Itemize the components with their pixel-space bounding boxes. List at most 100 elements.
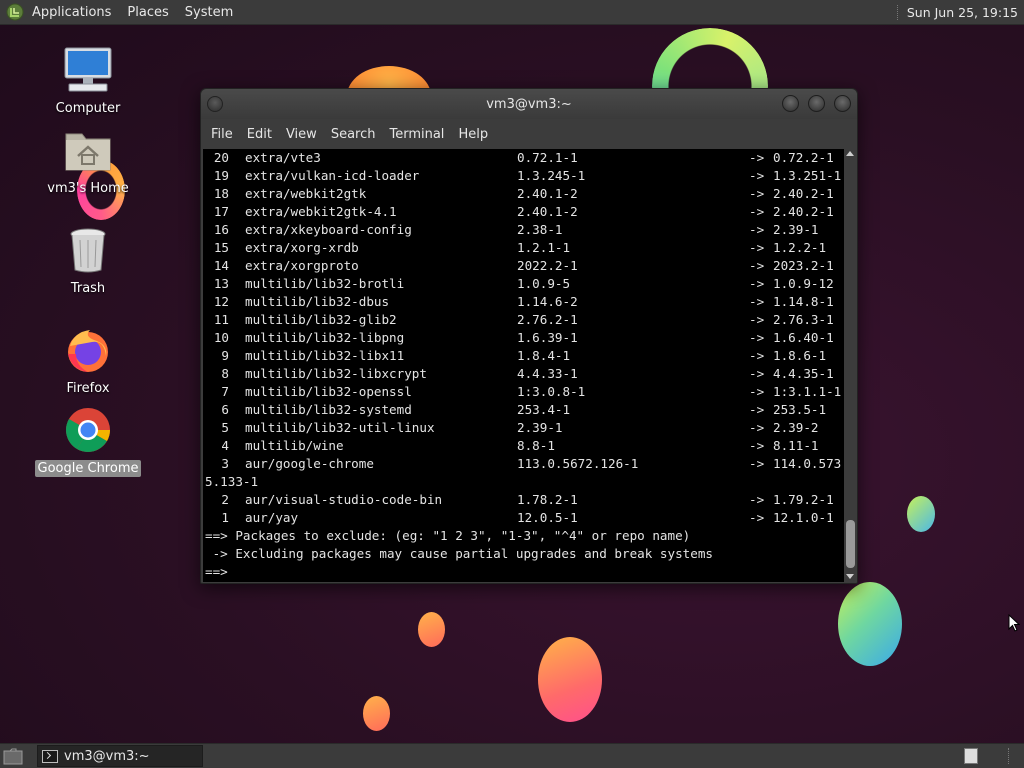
package-arrow: -> xyxy=(749,510,765,525)
package-arrow: -> xyxy=(749,330,765,345)
desktop-icon-label: vm3's Home xyxy=(47,181,129,196)
menu-view[interactable]: View xyxy=(279,127,324,142)
terminal-output[interactable]: 20 extra/vte3 0.72.1-1 -> 0.72.2-1 19 extra/vu… xyxy=(203,149,844,582)
package-number: 5 xyxy=(221,420,229,435)
scroll-up-arrow-icon[interactable] xyxy=(846,151,854,156)
show-desktop-icon[interactable] xyxy=(3,747,23,765)
package-new-version: 1.6.40-1 xyxy=(773,330,834,345)
package-old-version: 253.4-1 xyxy=(517,402,571,417)
menu-file[interactable]: File xyxy=(204,127,240,142)
scrollbar-thumb[interactable] xyxy=(846,520,855,568)
package-name: multilib/lib32-systemd xyxy=(245,402,412,417)
package-old-version: 1:3.0.8-1 xyxy=(517,384,586,399)
package-arrow: -> xyxy=(749,366,765,381)
package-new-version: 1:3.1.1-1 xyxy=(773,384,842,399)
package-new-version: 1.3.251-1 xyxy=(773,168,842,183)
window-titlebar[interactable]: vm3@vm3:~ xyxy=(201,89,857,119)
package-row: 13 multilib/lib32-brotli 1.0.9-5 -> 1.0.9-12 xyxy=(205,275,844,293)
shell-prompt: ==> xyxy=(205,563,844,581)
package-name: extra/xorgproto xyxy=(245,258,359,273)
wallpaper-blob xyxy=(363,696,390,731)
package-old-version: 1.6.39-1 xyxy=(517,330,578,345)
desktop-icon-home[interactable]: vm3's Home xyxy=(33,124,143,197)
mate-logo-icon[interactable] xyxy=(6,3,24,21)
package-old-version: 2022.2-1 xyxy=(517,258,578,273)
desktop-icon-computer[interactable]: Computer xyxy=(33,44,143,117)
package-old-version: 113.0.5672.126-1 xyxy=(517,456,639,471)
package-row: 5 multilib/lib32-util-linux 2.39-1 -> 2.39-2 xyxy=(205,419,844,437)
desktop-icon-google-chrome[interactable]: Google Chrome xyxy=(33,404,143,477)
package-name: multilib/lib32-libxcrypt xyxy=(245,366,427,381)
prompt-text: ==> Packages to exclude: (eg: "1 2 3", "… xyxy=(205,528,691,543)
top-panel: Applications Places System Sun Jun 25, 1… xyxy=(0,0,1024,25)
package-number: 13 xyxy=(213,276,229,291)
prompt-message: -> Excluding packages may cause partial … xyxy=(205,545,844,563)
package-name: extra/vte3 xyxy=(245,150,321,165)
desktop-icon-firefox[interactable]: Firefox xyxy=(33,324,143,397)
window-menu-icon[interactable] xyxy=(207,96,223,112)
package-number: 14 xyxy=(213,258,229,273)
package-new-version: 4.4.35-1 xyxy=(773,366,834,381)
menu-edit[interactable]: Edit xyxy=(240,127,279,142)
package-number: 17 xyxy=(213,204,229,219)
bottom-panel: vm3@vm3:~ xyxy=(0,743,1024,768)
prompt-text: ==> xyxy=(205,564,236,579)
package-name: extra/vulkan-icd-loader xyxy=(245,168,420,183)
desktop-icon-label: Firefox xyxy=(66,381,110,396)
package-number: 6 xyxy=(221,402,229,417)
places-menu[interactable]: Places xyxy=(119,0,176,25)
package-new-version: 2.39-1 xyxy=(773,222,819,237)
maximize-button[interactable] xyxy=(808,95,825,112)
package-old-version: 2.76.2-1 xyxy=(517,312,578,327)
package-name: multilib/wine xyxy=(245,438,344,453)
close-button[interactable] xyxy=(834,95,851,112)
package-old-version: 4.4.33-1 xyxy=(517,366,578,381)
package-row: 6 multilib/lib32-systemd 253.4-1 -> 253.5-1 xyxy=(205,401,844,419)
scroll-down-arrow-icon[interactable] xyxy=(846,574,854,579)
wallpaper-blob xyxy=(418,612,445,647)
package-number: 8 xyxy=(221,366,229,381)
package-number: 15 xyxy=(213,240,229,255)
workspace-switcher[interactable] xyxy=(964,748,978,764)
package-name: extra/xkeyboard-config xyxy=(245,222,412,237)
package-number: 12 xyxy=(213,294,229,309)
system-menu[interactable]: System xyxy=(177,0,241,25)
package-name: extra/xorg-xrdb xyxy=(245,240,359,255)
package-row: 17 extra/webkit2gtk-4.1 2.40.1-2 -> 2.40.2-1 xyxy=(205,203,844,221)
menu-search[interactable]: Search xyxy=(324,127,383,142)
package-old-version: 2.40.1-2 xyxy=(517,186,578,201)
menu-help[interactable]: Help xyxy=(451,127,495,142)
desktop-icon-label: Trash xyxy=(70,281,106,296)
minimize-button[interactable] xyxy=(782,95,799,112)
computer-icon xyxy=(62,44,114,96)
package-new-version-wrap: 5.133-1 xyxy=(205,474,259,489)
panel-separator xyxy=(896,4,899,20)
package-name: aur/google-chrome xyxy=(245,456,374,471)
desktop-icon-trash[interactable]: Trash xyxy=(33,224,143,297)
terminal-window[interactable]: vm3@vm3:~ File Edit View Search Terminal… xyxy=(200,88,858,584)
terminal-menubar: File Edit View Search Terminal Help xyxy=(201,119,857,149)
package-row: 7 multilib/lib32-openssl 1:3.0.8-1 -> 1:3.1.… xyxy=(205,383,844,401)
package-old-version: 2.39-1 xyxy=(517,420,563,435)
package-old-version: 12.0.5-1 xyxy=(517,510,578,525)
panel-separator xyxy=(1008,748,1010,764)
taskbar-terminal-button[interactable]: vm3@vm3:~ xyxy=(37,745,203,767)
package-old-version: 1.2.1-1 xyxy=(517,240,571,255)
package-name: aur/visual-studio-code-bin xyxy=(245,492,443,507)
package-arrow: -> xyxy=(749,456,765,471)
terminal-icon xyxy=(42,749,58,763)
package-number: 16 xyxy=(213,222,229,237)
package-row-wrap: 5.133-1 xyxy=(205,473,844,491)
clock[interactable]: Sun Jun 25, 19:15 xyxy=(907,5,1024,20)
package-row: 11 multilib/lib32-glib2 2.76.2-1 -> 2.76.3-1 xyxy=(205,311,844,329)
package-name: extra/webkit2gtk-4.1 xyxy=(245,204,397,219)
package-row: 2 aur/visual-studio-code-bin 1.78.2-1 -> 1.7… xyxy=(205,491,844,509)
menu-terminal[interactable]: Terminal xyxy=(382,127,451,142)
package-name: multilib/lib32-glib2 xyxy=(245,312,397,327)
package-name: multilib/lib32-libpng xyxy=(245,330,405,345)
applications-menu[interactable]: Applications xyxy=(24,0,119,25)
terminal-scrollbar[interactable] xyxy=(844,149,857,582)
package-number: 19 xyxy=(213,168,229,183)
package-number: 1 xyxy=(221,510,229,525)
package-arrow: -> xyxy=(749,186,765,201)
